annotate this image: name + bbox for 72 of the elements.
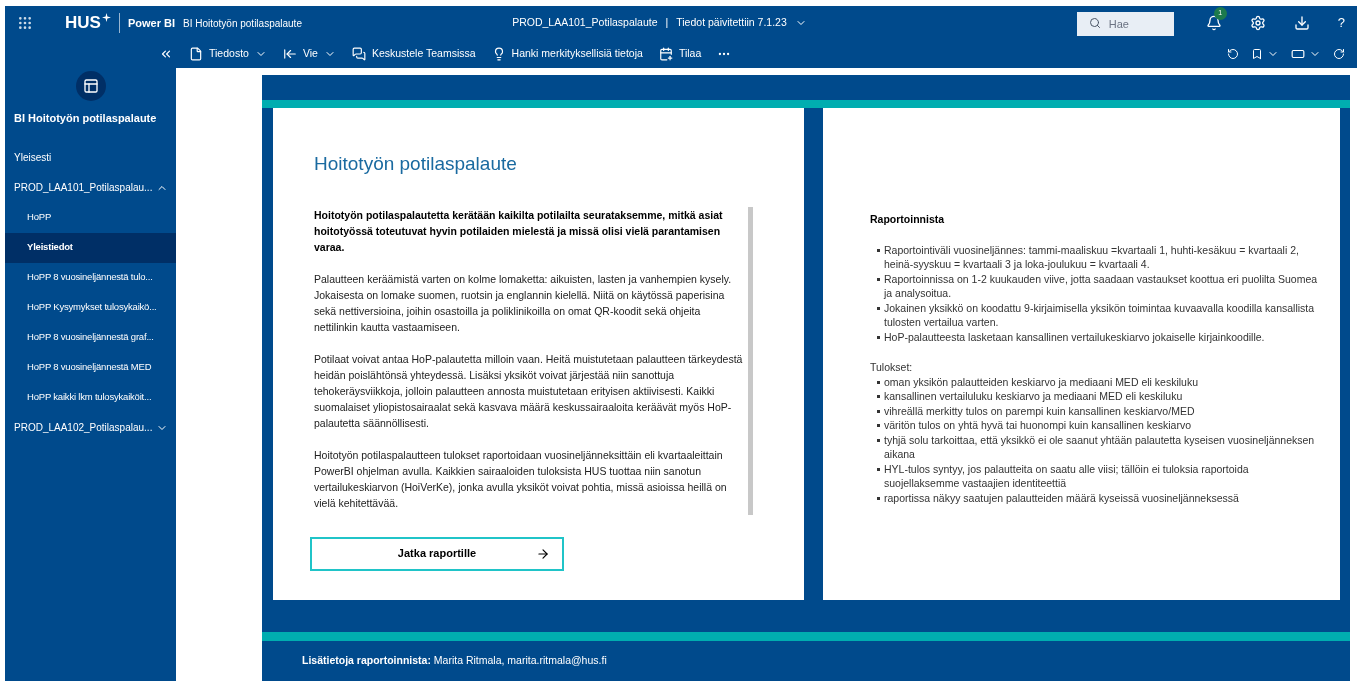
bullet-text: Raportoinnissa on 1-2 kuukauden viive, jotta saadaan vastaukset koottua eri puolilta Suomea ja analysoitua. [884, 271, 1319, 301]
help-button[interactable]: ? [1337, 13, 1345, 33]
report-title: BI Hoitotyön potilaspalaute [183, 16, 302, 31]
file-icon [189, 47, 203, 61]
toolbar-button[interactable]: Tilaa [650, 46, 710, 62]
paragraph: Palautteen keräämistä varten on kolme lomaketta: aikuisten, lasten ja vanhempien kysely. Jokaisesta on lomake suomen, ruotsin ja englannin kielellä. Niitä on käytössä paperisina sekä nettiversioina, joihin osastoilla ja poliklinikoilla on omat QR-koodit sekä ohjeita nettilinkin kautta vastaamiseen. [314, 271, 733, 335]
notifications-icon[interactable] [1205, 15, 1222, 31]
sidebar-title: BI Hoitotyön potilaspalaute [13, 111, 158, 126]
bullet-icon [877, 380, 880, 384]
bullet-icon [877, 306, 880, 310]
toolbar-button[interactable]: Vie [274, 46, 344, 62]
report-icon [75, 71, 106, 101]
bullet-icon [877, 335, 880, 339]
bullet-text: Raportointiväli vuosineljännes: tammi-maaliskuu =kvartaali 1, huhti-kesäkuu = kvartaali 2, heinä-syyskuu = kvartaali 3 ja loka-joulukuu = kvartaali 4. [884, 242, 1300, 272]
separator: | [665, 15, 669, 31]
card-heading: Raportoinnista [870, 212, 946, 227]
sidebar-item[interactable]: PROD_LAA102_Potilaspalau... [5, 412, 176, 443]
bullet-text: raportissa näkyy saatujen palautteiden määrä kyseissä vuosineljänneksessä [884, 490, 1239, 505]
download-icon[interactable] [1293, 15, 1310, 31]
subscribe-icon [658, 47, 673, 61]
arrow-right-icon [536, 546, 550, 561]
bullet-text: kansallinen vertailuluku keskiarvo ja mediaani MED eli keskiluku [884, 389, 1183, 404]
toolbar-button[interactable]: Keskustele Teamsissa [343, 46, 484, 62]
paragraph: Potilaat voivat antaa HoP-palautetta milloin vaan. Heitä muistutetaan palautteen tärkeydestä heidän poislähtönsä yhteydessä. Lisäksi yksiköt voivat järjestää niin sanottuja tehokeräysviikkoja, jolloin palautteen annosta muistutetaan erityisen aktiivisesti. Kaikki suomalaiset yliopistosairaalat sekä kasvava määrä keskussairaaloita keräävät myös HoP-palautetta säännöllisesti. [314, 351, 744, 431]
teams-icon [351, 47, 366, 61]
paragraph: Hoitotyön potilaspalautetta kerätään kaikilta potilailta seurataksemme, mitkä asiat hoitotyössä toteutuvat hyvin potilaiden mielestä ja missä olisi vielä parantamisen varaa. [314, 207, 724, 255]
sidebar-item[interactable]: PROD_LAA101_Potilaspalau... [5, 172, 176, 203]
export-icon [282, 47, 297, 61]
sidebar-item[interactable]: HoPP 8 vuosineljännestä MED [5, 352, 176, 383]
reset-icon[interactable] [1227, 48, 1239, 60]
sidebar-item[interactable]: HoPP [5, 202, 176, 233]
bullet-icon [877, 424, 880, 427]
sidebar-item[interactable]: HoPP kaikki lkm tulosykaiköit... [5, 382, 176, 413]
bullet-icon [877, 277, 880, 281]
results-label: Tulokset: [870, 360, 914, 375]
search-field[interactable]: Hae [1076, 12, 1174, 36]
contact-info: Lisätietoja raportoinnista: Marita Ritmala, marita.ritmala@hus.fi [302, 653, 607, 669]
paragraph: Hoitotyön potilaspalautteen tulokset raportoidaan vuosineljänneksittäin eli kvartaaleittain PowerBI ohjelman avulla. Kaikkien sairaaloiden tuloksista HUS tuottaa niin sanotun vertailukeskiarvon (HoiVerKe), jonka avulla yksiköt voivat pohtia, missä asioissa heillä on vielä kehitettävää. [314, 447, 728, 511]
bullet-text: HoP-palautteesta lasketaan kansallinen vertailukeskiarvo jokaiselle kirjainkoodille. [884, 329, 1265, 344]
product-name[interactable]: Power BI [127, 14, 175, 32]
sidebar-item[interactable]: Yleisesti [5, 142, 176, 173]
toolbar-button[interactable]: Hanki merkityksellisiä tietoja [483, 46, 651, 62]
bullet-text: vihreällä merkitty tulos on parempi kuin kansallinen keskiarvo/MED [884, 403, 1195, 418]
collapse-icon[interactable] [159, 47, 173, 61]
bullet-icon [877, 409, 880, 413]
sidebar-item[interactable]: HoPP 8 vuosineljännestä graf... [5, 322, 176, 353]
refresh-icon[interactable] [1333, 48, 1345, 60]
sidebar-item[interactable]: HoPP 8 vuosineljännestä tulo... [5, 262, 176, 293]
bullet-icon [877, 248, 880, 252]
sidebar-item[interactable]: Yleistiedot [5, 232, 176, 263]
bullet-text: tyhjä solu tarkoittaa, että yksikkö ei ole saanut yhtään palautetta kyseisen vuosineljänneksen aikana [884, 432, 1316, 462]
star-icon [101, 12, 111, 22]
search-icon [1088, 17, 1101, 29]
bullet-text: väritön tulos on yhtä hyvä tai huonompi kuin kansallinen keskiarvo [884, 418, 1191, 433]
bullet-icon [877, 395, 880, 398]
toolbar-button[interactable]: Tiedosto [181, 46, 275, 62]
continue-button[interactable]: Jatka raportille [310, 536, 564, 571]
logo[interactable]: HUS [65, 10, 101, 36]
updated-info[interactable]: Tiedot päivitettiin 7.1.23 [676, 15, 787, 31]
view-icon[interactable] [1291, 47, 1305, 61]
sidebar-item[interactable]: HoPP Kysymykset tulosykaikö... [5, 292, 176, 323]
bullet-icon [877, 496, 880, 500]
app-launcher-icon[interactable] [17, 15, 33, 31]
bullet-icon [877, 467, 880, 471]
bullet-text: Jokainen yksikkö on koodattu 9-kirjaimisella yksikön toimintaa kuvaavalla koodilla kansallista tulosten vertailua varten. [884, 300, 1316, 330]
scrollbar[interactable] [748, 206, 753, 515]
bullet-icon [877, 438, 880, 442]
card-title: Hoitotyön potilaspalaute [314, 152, 518, 176]
dataset-name: PROD_LAA101_Potilaspalaute [512, 15, 658, 31]
bullet-text: oman yksikön palautteiden keskiarvo ja mediaani MED eli keskiluku [884, 374, 1198, 389]
bookmark-icon[interactable] [1251, 48, 1263, 60]
settings-icon[interactable] [1249, 15, 1266, 31]
